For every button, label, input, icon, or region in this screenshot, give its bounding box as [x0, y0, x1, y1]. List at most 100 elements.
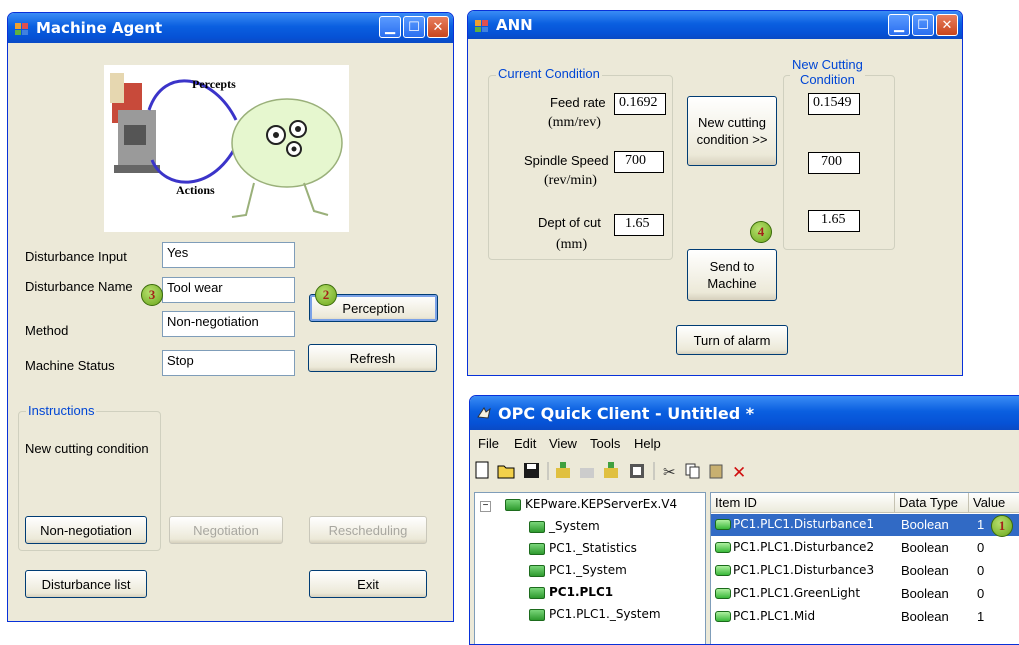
new-cutting-condition-button[interactable]: New cutting condition >> — [687, 96, 777, 166]
exit-button[interactable]: Exit — [309, 570, 427, 598]
new-title-line1: New Cutting — [792, 57, 863, 72]
table-row[interactable]: PC1.PLC1.Mid Boolean 1 — [711, 606, 1019, 628]
opc-titlebar[interactable]: OPC Quick Client - Untitled * — [470, 396, 1019, 430]
close-button[interactable]: ✕ — [427, 16, 449, 38]
spindle-speed-label: Spindle Speed — [524, 153, 609, 168]
feed-rate-field[interactable]: 0.1692 — [614, 93, 666, 115]
feed-rate-unit: (mm/rev) — [548, 115, 601, 130]
item-type: Boolean — [901, 563, 949, 578]
new-depth-of-cut-field[interactable]: 1.65 — [808, 210, 860, 232]
machine-agent-titlebar[interactable]: Machine Agent ▁ ☐ ✕ — [8, 13, 453, 43]
actions-arrow — [150, 139, 241, 184]
agent-icon — [231, 98, 343, 188]
menu-view[interactable]: View — [549, 436, 577, 451]
menu-edit[interactable]: Edit — [514, 436, 536, 451]
item-type: Boolean — [901, 586, 949, 601]
svg-text:✕: ✕ — [732, 463, 746, 483]
maximize-button[interactable]: ☐ — [912, 14, 934, 36]
table-row[interactable]: PC1.PLC1.Disturbance3 Boolean 0 — [711, 560, 1019, 582]
machine-status-field[interactable]: Stop — [162, 350, 295, 376]
table-row[interactable]: PC1.PLC1.Disturbance2 Boolean 0 — [711, 537, 1019, 559]
app-icon — [474, 17, 490, 33]
folder-icon — [529, 565, 545, 577]
tree-item-statistics[interactable]: PC1._Statistics — [549, 541, 637, 555]
new-feed-rate-field[interactable]: 0.1549 — [808, 93, 860, 115]
actions-label: Actions — [176, 183, 215, 197]
tag-icon — [715, 588, 731, 599]
maximize-button[interactable]: ☐ — [403, 16, 425, 38]
negotiation-button[interactable]: Negotiation — [169, 516, 283, 544]
minimize-button[interactable]: ▁ — [888, 14, 910, 36]
item-value: 1 — [977, 517, 985, 532]
table-row[interactable]: PC1.PLC1.GreenLight Boolean 0 — [711, 583, 1019, 605]
window-title: OPC Quick Client - Untitled * — [498, 403, 755, 423]
tree-root[interactable]: KEPware.KEPServerEx.V4 — [525, 497, 677, 511]
item-type: Boolean — [901, 609, 949, 624]
refresh-button[interactable]: Refresh — [308, 344, 437, 372]
delete-icon: ✕ — [732, 463, 746, 483]
table-row[interactable]: PC1.PLC1.Disturbance1 Boolean 1 — [711, 514, 1019, 536]
column-data-type[interactable]: Data Type — [895, 493, 969, 513]
marker-4: 4 — [750, 221, 772, 243]
new-server-icon — [556, 462, 570, 478]
close-button[interactable]: ✕ — [936, 14, 958, 36]
maximize-icon: ☐ — [917, 17, 929, 33]
tag-icon — [715, 542, 731, 553]
marker-1: 1 — [991, 515, 1013, 537]
new-cutting-button-line2: condition >> — [696, 132, 768, 147]
collapse-icon[interactable]: − — [480, 501, 491, 512]
marker-3: 3 — [141, 284, 163, 306]
new-group-icon — [580, 468, 594, 478]
menu-help[interactable]: Help — [634, 436, 661, 451]
new-spindle-speed-field[interactable]: 700 — [808, 152, 860, 174]
app-icon — [14, 20, 30, 36]
tree-item-system[interactable]: _System — [549, 519, 600, 533]
turn-of-alarm-button[interactable]: Turn of alarm — [676, 325, 788, 355]
disturbance-name-field[interactable]: Tool wear — [162, 277, 295, 303]
close-icon: ✕ — [941, 17, 953, 33]
send-button-line2: Machine — [707, 276, 757, 291]
new-item-icon — [604, 462, 618, 478]
disturbance-input-field[interactable]: Yes — [162, 242, 295, 268]
tree-item-plc1-system[interactable]: PC1.PLC1._System — [549, 607, 661, 621]
depth-of-cut-unit: (mm) — [556, 237, 588, 252]
rescheduling-button[interactable]: Rescheduling — [309, 516, 427, 544]
percepts-label: Percepts — [192, 77, 236, 91]
non-negotiation-button[interactable]: Non-negotiation — [25, 516, 147, 544]
item-type: Boolean — [901, 517, 949, 532]
item-value: 1 — [977, 609, 985, 624]
open-icon — [497, 465, 515, 479]
save-icon — [524, 463, 539, 478]
method-field[interactable]: Non-negotiation — [162, 311, 295, 337]
ann-window: ANN ▁ ☐ ✕ Current Condition Feed rate (m… — [467, 10, 963, 376]
opc-client-window: OPC Quick Client - Untitled * File Edit … — [469, 395, 1019, 645]
folder-icon — [529, 609, 545, 621]
ann-titlebar[interactable]: ANN ▁ ☐ ✕ — [468, 11, 962, 39]
tree-item-pc1-system[interactable]: PC1._System — [549, 563, 627, 577]
maximize-icon: ☐ — [408, 19, 420, 35]
item-id: PC1.PLC1.Disturbance1 — [733, 517, 875, 531]
send-to-machine-button[interactable]: Send to Machine — [687, 249, 777, 301]
tag-icon — [715, 519, 731, 530]
column-item-id[interactable]: Item ID — [711, 493, 895, 513]
item-id: PC1.PLC1.GreenLight — [733, 586, 861, 600]
spindle-speed-field[interactable]: 700 — [614, 151, 664, 173]
toolbar: ✂ ✕ — [470, 456, 1019, 486]
depth-of-cut-field[interactable]: 1.65 — [614, 214, 664, 236]
folder-icon — [529, 521, 545, 533]
disturbance-list-button[interactable]: Disturbance list — [25, 570, 147, 598]
server-icon — [505, 499, 521, 511]
tree-item-plc1[interactable]: PC1.PLC1 — [549, 585, 613, 599]
folder-icon — [529, 543, 545, 555]
instructions-title: Instructions — [26, 403, 97, 418]
tag-icon — [715, 565, 731, 576]
tag-icon — [715, 611, 731, 622]
disturbance-input-label: Disturbance Input — [25, 249, 127, 264]
column-value[interactable]: Value — [969, 493, 1019, 513]
menu-tools[interactable]: Tools — [590, 436, 620, 451]
spindle-speed-unit: (rev/min) — [544, 173, 597, 188]
minimize-button[interactable]: ▁ — [379, 16, 401, 38]
new-icon — [475, 461, 489, 479]
menu-file[interactable]: File — [478, 436, 499, 451]
item-id: PC1.PLC1.Disturbance2 — [733, 540, 875, 554]
